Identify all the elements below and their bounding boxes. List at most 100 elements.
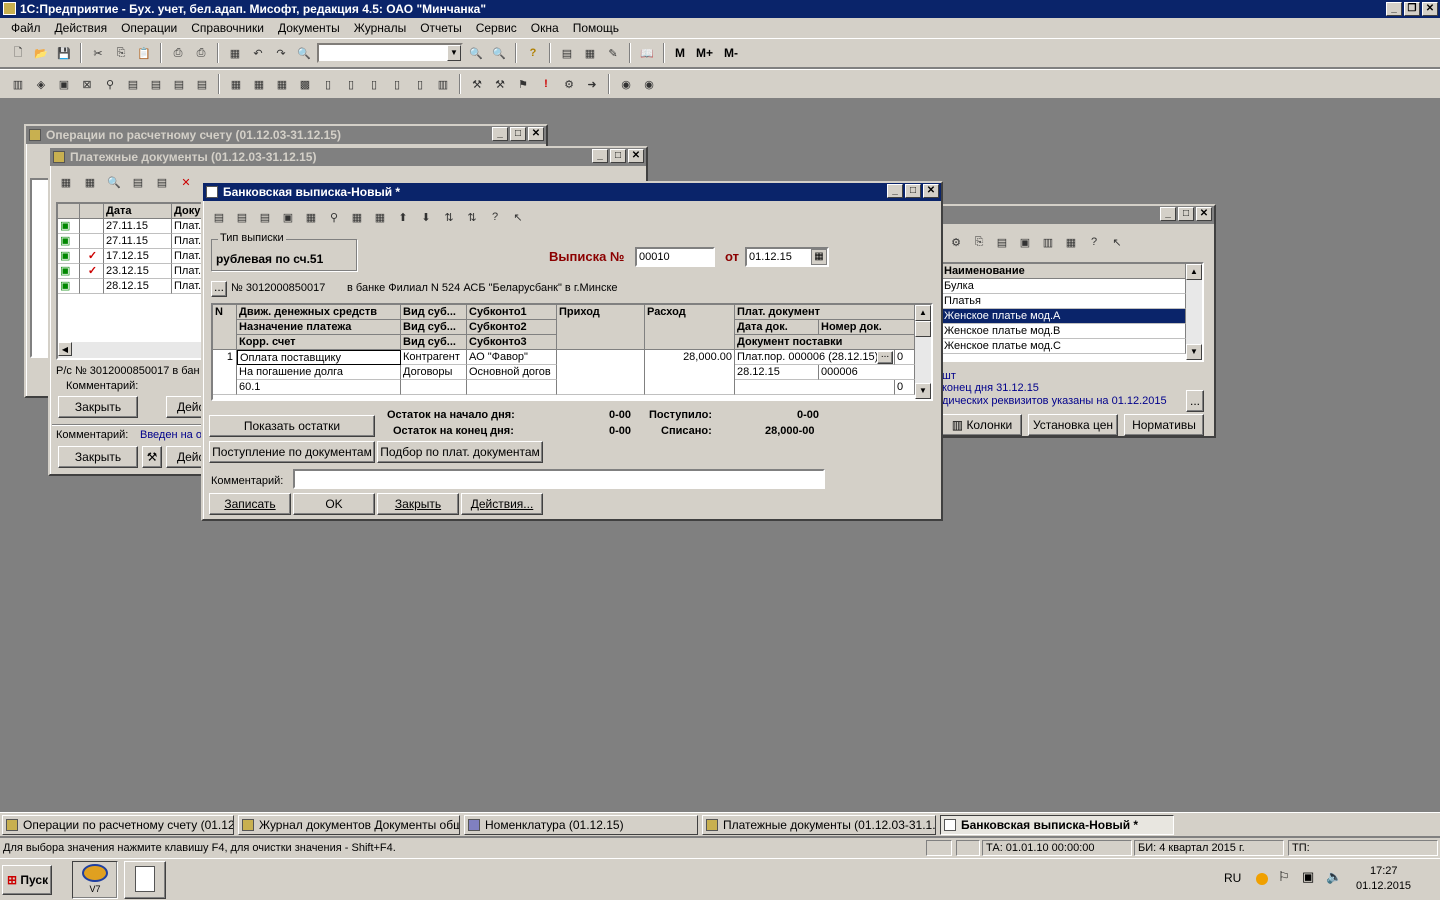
settings-icon[interactable]: ⚙ — [946, 232, 966, 252]
column-n[interactable]: N — [213, 305, 237, 350]
list-item[interactable]: Женское платье мод.С — [942, 339, 1186, 354]
pointer-help-icon[interactable]: ↖ — [1107, 232, 1127, 252]
horizontal-scrollbar[interactable]: ◀ — [58, 342, 204, 358]
nomenclature-grid[interactable]: Наименование Булка Платья Женское платье… — [940, 262, 1204, 362]
payment-doc-select-button[interactable]: ... — [877, 350, 893, 364]
print-icon[interactable]: ⎙ — [168, 43, 188, 63]
search-combo[interactable]: ▼ — [317, 43, 463, 63]
save-icon[interactable]: 💾 — [54, 43, 74, 63]
statement-number-field[interactable]: 00010 — [635, 247, 715, 267]
sort-desc-icon[interactable]: ⇅ — [462, 207, 482, 227]
delete-doc-icon[interactable]: ✕ — [176, 172, 196, 192]
minimize-button[interactable]: _ — [492, 127, 508, 141]
subkonto1-cell[interactable]: АО "Фавор" — [467, 350, 557, 365]
find-icon[interactable]: 🔍 — [294, 43, 314, 63]
menu-actions[interactable]: Действия — [48, 21, 115, 35]
payment-in-icon[interactable]: ▤ — [123, 74, 143, 94]
sort-asc-icon[interactable]: ⇅ — [439, 207, 459, 227]
move-doc-icon[interactable]: ▤ — [152, 172, 172, 192]
doc-date[interactable]: 27.11.15 — [104, 234, 172, 249]
doc9-icon[interactable]: ▯ — [410, 74, 430, 94]
doc-date[interactable]: 28.12.15 — [104, 279, 172, 294]
close-button[interactable]: Закрыть — [58, 446, 138, 468]
help-icon[interactable]: ? — [523, 43, 543, 63]
comment-field[interactable] — [293, 469, 825, 489]
close-button[interactable]: Закрыть — [377, 493, 459, 515]
scroll-thumb[interactable] — [915, 321, 931, 337]
menu-file[interactable]: Файл — [4, 21, 48, 35]
column-subkonto2[interactable]: Субконто2 — [467, 320, 557, 335]
find-row-icon[interactable]: ▦ — [301, 207, 321, 227]
chevron-down-icon[interactable]: ▼ — [447, 45, 461, 61]
payment-out-icon[interactable]: ▤ — [146, 74, 166, 94]
edit-doc-icon[interactable]: ▦ — [80, 172, 100, 192]
maximize-button[interactable]: □ — [610, 149, 626, 163]
task-operations[interactable]: Операции по расчетному счету (01.12.... — [2, 815, 234, 835]
tree-icon[interactable]: ▥ — [1038, 232, 1058, 252]
list-item-selected[interactable]: Женское платье мод.А — [942, 309, 1186, 324]
operations-grid[interactable] — [30, 178, 50, 358]
doc2-icon[interactable]: ▦ — [249, 74, 269, 94]
new-icon[interactable]: 🗋 — [8, 43, 28, 63]
column-subkonto3[interactable]: Субконто3 — [467, 335, 557, 350]
minimize-button[interactable]: _ — [1386, 2, 1402, 16]
account-select-button[interactable]: ... — [211, 281, 227, 297]
add-row-icon[interactable]: ▤ — [209, 207, 229, 227]
close-button[interactable]: ✕ — [1196, 207, 1212, 221]
doc1-icon[interactable]: ▦ — [226, 74, 246, 94]
doc5-icon[interactable]: ▯ — [318, 74, 338, 94]
menu-operations[interactable]: Операции — [114, 21, 184, 35]
find-next-icon[interactable]: 🔍 — [466, 43, 486, 63]
more-button[interactable]: ... — [1186, 390, 1204, 412]
book-icon[interactable]: 📖 — [637, 43, 657, 63]
menu-service[interactable]: Сервис — [469, 21, 524, 35]
undo-icon[interactable]: ↶ — [248, 43, 268, 63]
doc-date-cell[interactable]: 28.12.15 — [735, 365, 819, 380]
calendar-icon[interactable]: ▦ — [811, 249, 827, 265]
taskbar-1c-app[interactable]: V7 — [72, 861, 118, 899]
doc8-icon[interactable]: ▯ — [387, 74, 407, 94]
cash-out-icon[interactable]: ▤ — [192, 74, 212, 94]
set-prices-button[interactable]: Установка цен — [1028, 414, 1118, 436]
maximize-button[interactable]: □ — [510, 127, 526, 141]
move-down-icon[interactable]: ⬇ — [416, 207, 436, 227]
close-button[interactable]: ✕ — [628, 149, 644, 163]
close-button[interactable]: ✕ — [1422, 2, 1438, 16]
clock-time[interactable]: 17:27 — [1370, 865, 1398, 877]
maximize-button[interactable]: □ — [1178, 207, 1194, 221]
close-button[interactable]: ✕ — [528, 127, 544, 141]
delete-mark-icon[interactable]: ⊠ — [77, 74, 97, 94]
print-preview-icon[interactable]: ⎙ — [191, 43, 211, 63]
column-income[interactable]: Приход — [557, 305, 645, 350]
column-purpose[interactable]: Назначение платежа — [237, 320, 401, 335]
help-icon[interactable]: ? — [485, 207, 505, 227]
clock-date[interactable]: 01.12.2015 — [1356, 880, 1411, 892]
copy-icon[interactable]: ⎘ — [969, 232, 989, 252]
doc4-icon[interactable]: ▩ — [295, 74, 315, 94]
open-icon[interactable]: 📂 — [31, 43, 51, 63]
copy-icon[interactable]: ⎘ — [111, 43, 131, 63]
filter-icon[interactable]: ⚲ — [324, 207, 344, 227]
view-icon[interactable]: ▦ — [1061, 232, 1081, 252]
list-item[interactable]: Булка — [942, 279, 1186, 294]
calculator-icon[interactable]: ▤ — [557, 43, 577, 63]
menu-reports[interactable]: Отчеты — [413, 21, 468, 35]
memory-button[interactable]: M — [671, 46, 689, 60]
subkonto-type2-cell[interactable]: Договоры — [401, 365, 467, 380]
operations-icon[interactable]: ◈ — [31, 74, 51, 94]
norms-button[interactable]: Нормативы — [1124, 414, 1204, 436]
pin-icon[interactable]: ⚲ — [100, 74, 120, 94]
close-button[interactable]: Закрыть — [58, 396, 138, 418]
volume-icon[interactable]: 🔈 — [1326, 869, 1342, 885]
folder-icon[interactable]: ▣ — [1015, 232, 1035, 252]
minimize-button[interactable]: _ — [887, 184, 903, 198]
vertical-scrollbar[interactable]: ▲ ▼ — [915, 305, 931, 399]
menu-documents[interactable]: Документы — [271, 21, 347, 35]
subkonto3-cell[interactable] — [467, 380, 557, 395]
flag-icon[interactable]: ⚐ — [1278, 869, 1290, 885]
expense-cell[interactable]: 28,000.00 — [645, 350, 735, 395]
payment-docs-grid[interactable]: Дата Доку ▣ 27.11.15 Плат. ▣ 27.11.15 Пл… — [56, 202, 206, 360]
copy-doc-icon[interactable]: ▤ — [128, 172, 148, 192]
move-up-icon[interactable]: ⬆ — [393, 207, 413, 227]
alert-icon[interactable]: ! — [536, 74, 556, 94]
